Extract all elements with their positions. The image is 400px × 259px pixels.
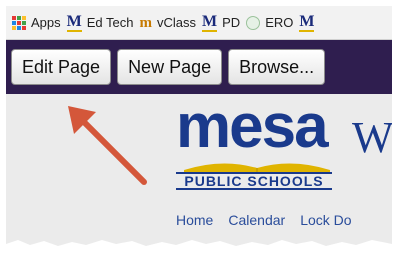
bookmark-label: vClass (157, 15, 197, 30)
edit-page-button[interactable]: Edit Page (11, 49, 112, 85)
mesa-m-icon: M (202, 12, 218, 32)
nav-link-home[interactable]: Home (176, 212, 213, 228)
page-heading-fragment: W (352, 113, 392, 162)
red-arrow-annotation (68, 106, 147, 185)
nav-link-calendar[interactable]: Calendar (228, 212, 285, 228)
mesa-m-icon: M (66, 12, 82, 32)
apps-grid-icon (12, 15, 26, 30)
open-book-icon (184, 163, 330, 172)
logo-subtitle: PUBLIC SCHOOLS (176, 172, 332, 190)
bookmark-vclass[interactable]: m vClass (140, 15, 197, 31)
nav-link-lockdown[interactable]: Lock Do (300, 212, 351, 228)
bookmark-apps[interactable]: Apps (12, 15, 61, 30)
editor-toolbar: Edit Page New Page Browse... (6, 40, 392, 94)
logo-wordmark: mesa (176, 92, 329, 161)
bookmark-ero[interactable]: ERO (246, 15, 293, 30)
bookmarks-bar: Apps M Ed Tech m vClass M PD ERO M (6, 6, 392, 40)
bookmark-label: Ed Tech (86, 15, 134, 30)
mesa-m-icon: M (299, 12, 315, 32)
torn-edge (6, 240, 392, 250)
screenshot-frame: Apps M Ed Tech m vClass M PD ERO M Edit … (6, 6, 392, 250)
site-nav: Home Calendar Lock Do (176, 212, 352, 228)
vclass-icon: m (139, 14, 153, 31)
bookmark-label: ERO (265, 15, 294, 30)
browse-button[interactable]: Browse... (228, 49, 326, 85)
ero-icon (246, 15, 261, 30)
bookmark-overflow[interactable]: M (299, 12, 315, 32)
bookmark-apps-label: Apps (31, 15, 61, 30)
bookmark-label: PD (222, 15, 241, 30)
bookmark-pd[interactable]: M PD (202, 12, 241, 32)
bookmark-ed-tech[interactable]: M Ed Tech (66, 12, 134, 32)
new-page-button[interactable]: New Page (117, 49, 223, 85)
mesa-logo[interactable]: mesa PUBLIC SCHOOLS (176, 96, 334, 192)
